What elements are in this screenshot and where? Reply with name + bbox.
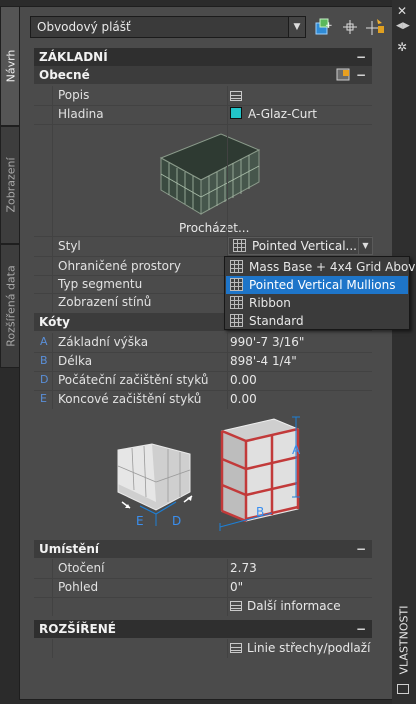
roof-floor-line-link[interactable]: Linie střechy/podlaží xyxy=(230,641,370,655)
style-select[interactable]: Pointed Vertical... ▼ xyxy=(228,237,373,255)
property-row-roof-floor-line[interactable]: Linie střechy/podlaží xyxy=(34,639,372,658)
miter-diagram: E D xyxy=(112,440,202,530)
style-option[interactable]: Mass Base + 4x4 Grid Above xyxy=(226,258,416,276)
style-option-selected[interactable]: Pointed Vertical Mullions xyxy=(226,276,408,294)
palette-title: VLASTNOSTI xyxy=(397,605,411,675)
grid-style-icon xyxy=(230,296,243,309)
diagram-letter-b: B xyxy=(256,505,265,519)
description-editor-icon[interactable] xyxy=(230,89,247,103)
more-info-link[interactable]: Další informace xyxy=(230,599,341,613)
property-row-rotation[interactable]: Otočení 2.73 xyxy=(34,559,372,578)
diagram-letter-d: D xyxy=(172,514,182,528)
collapse-minus-icon[interactable]: − xyxy=(356,66,366,84)
quick-select-icon[interactable] xyxy=(364,17,384,37)
grid-style-icon xyxy=(230,260,243,273)
property-row-elevation[interactable]: Pohled 0" xyxy=(34,578,372,597)
collapse-minus-icon[interactable]: − xyxy=(356,620,366,638)
section-general-header[interactable]: Obecné − xyxy=(34,66,372,84)
settings-gear-icon[interactable]: ✲ xyxy=(397,40,407,54)
property-row-length[interactable]: B Délka 898'-4 1/4" xyxy=(34,352,372,371)
grid-style-icon xyxy=(233,239,246,252)
style-dropdown-list[interactable]: Mass Base + 4x4 Grid Above Pointed Verti… xyxy=(224,256,416,330)
property-row-more-info[interactable]: Další informace xyxy=(34,597,372,616)
object-type-select[interactable]: Obvodový plášť ▼ xyxy=(30,16,306,38)
close-icon[interactable]: ✕ xyxy=(397,4,407,18)
diagram-letter-e: E xyxy=(136,514,144,528)
section-basic-header[interactable]: ZÁKLADNÍ − xyxy=(34,48,372,66)
select-objects-icon[interactable] xyxy=(340,17,360,37)
chevron-down-icon: ▼ xyxy=(288,17,305,37)
style-manager-icon[interactable] xyxy=(336,68,350,81)
property-row-end-miter[interactable]: E Koncové začištění styků 0.00 xyxy=(34,390,372,409)
tab-extended-data[interactable]: Rozšířená data xyxy=(0,244,20,368)
browse-link[interactable]: Procházet... xyxy=(179,221,249,235)
chevron-down-icon: ▼ xyxy=(358,238,372,254)
section-location-header[interactable]: Umístění − xyxy=(34,540,372,558)
layer-color-swatch xyxy=(230,107,242,119)
collapse-arrows-icon[interactable]: ◀▶ xyxy=(396,21,410,31)
diagram-letter-a: A xyxy=(292,443,301,457)
svg-text:+: + xyxy=(325,21,333,31)
collapse-minus-icon[interactable]: − xyxy=(356,540,366,558)
property-row-layer[interactable]: Hladina A-Glaz-Curt xyxy=(34,105,372,124)
grid-style-icon xyxy=(230,314,243,327)
property-row-base-height[interactable]: A Základní výška 990'-7 3/16" xyxy=(34,333,372,352)
style-option[interactable]: Standard xyxy=(226,312,408,330)
properties-palette-icon[interactable] xyxy=(397,684,409,694)
palette-titlebar[interactable]: ✕ ◀▶ ✲ VLASTNOSTI xyxy=(392,0,416,704)
table-icon xyxy=(230,643,242,653)
grid-style-icon xyxy=(230,278,243,291)
style-option[interactable]: Ribbon xyxy=(226,294,408,312)
table-icon xyxy=(230,601,242,611)
tab-design[interactable]: Návrh xyxy=(0,6,20,126)
section-advanced-header[interactable]: ROZŠÍŘENÉ − xyxy=(34,620,372,638)
curtain-wall-dimensions-diagram: A B xyxy=(214,415,314,533)
property-row-start-miter[interactable]: D Počáteční začištění styků 0.00 xyxy=(34,371,372,390)
style-preview-image xyxy=(155,128,265,220)
add-to-selection-icon[interactable]: + xyxy=(313,17,333,37)
property-row-description[interactable]: Popis xyxy=(34,86,372,105)
collapse-minus-icon[interactable]: − xyxy=(356,48,366,66)
layer-value[interactable]: A-Glaz-Curt xyxy=(230,107,317,121)
tab-display[interactable]: Zobrazení xyxy=(0,126,20,244)
